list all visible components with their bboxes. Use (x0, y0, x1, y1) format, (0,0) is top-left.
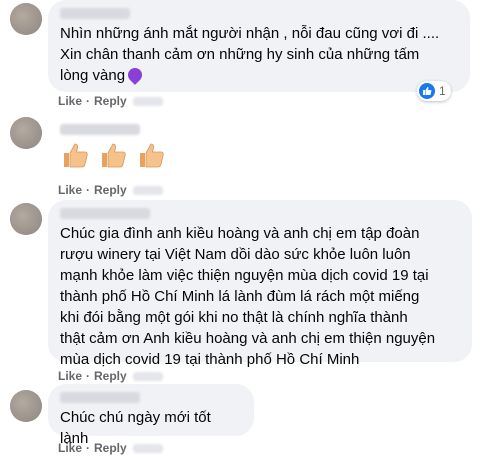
reply-button[interactable]: Reply (94, 441, 127, 455)
like-button[interactable]: Like (58, 94, 82, 108)
comment-bubble: Chúc gia đình anh kiều hoàng và anh chị … (48, 200, 472, 368)
reaction-count-badge[interactable]: 1 (417, 81, 451, 101)
like-button[interactable]: Like (58, 369, 82, 383)
reply-button[interactable]: Reply (94, 369, 127, 383)
commenter-name[interactable] (60, 392, 140, 403)
thumbs-up-icon (140, 143, 164, 168)
timestamp[interactable] (132, 372, 163, 382)
like-reaction-icon (419, 83, 435, 99)
comment-bubble: Nhìn những ánh mắt người nhận , nỗi đau … (48, 0, 470, 92)
commenter-avatar[interactable] (10, 3, 42, 35)
comment-actions: Like · Reply (58, 369, 163, 383)
purple-heart-emoji (125, 65, 145, 85)
comment-text: Chúc gia đình anh kiều hoàng và anh chị … (60, 225, 436, 368)
timestamp[interactable] (132, 186, 163, 196)
thumbs-up-icon (64, 143, 88, 168)
like-button[interactable]: Like (58, 183, 82, 197)
comment-actions: Like · Reply (58, 183, 163, 197)
commenter-avatar[interactable] (10, 203, 42, 235)
timestamp[interactable] (132, 444, 163, 454)
commenter-name[interactable] (60, 124, 140, 135)
commenter-avatar[interactable] (10, 390, 42, 422)
timestamp[interactable] (132, 97, 163, 107)
comment-text: Nhìn những ánh mắt người nhận , nỗi đau … (60, 25, 440, 85)
thumbs-up-emoji-group (60, 140, 166, 170)
reply-button[interactable]: Reply (94, 94, 127, 108)
reaction-count: 1 (439, 84, 446, 98)
commenter-name[interactable] (60, 208, 150, 219)
commenter-name[interactable] (60, 8, 130, 19)
comment-actions: Like · Reply (58, 94, 163, 108)
thumbs-up-icon (102, 143, 126, 168)
reply-button[interactable]: Reply (94, 183, 127, 197)
comment-bubble: Chúc chú ngày mới tốt lành (48, 384, 254, 447)
commenter-avatar[interactable] (10, 117, 42, 149)
comment-actions: Like · Reply (58, 441, 163, 455)
like-button[interactable]: Like (58, 441, 82, 455)
